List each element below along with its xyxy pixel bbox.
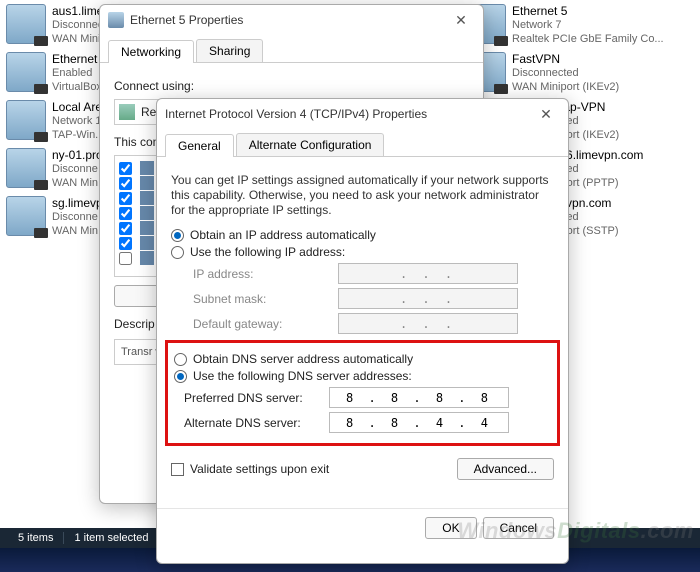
connection-item[interactable]: FastVPNDisconnectedWAN Miniport (IKEv2) <box>462 50 692 98</box>
tab-alternate[interactable]: Alternate Configuration <box>236 133 385 156</box>
connection-device: WAN Min <box>52 176 103 190</box>
ip-manual-radio[interactable]: Use the following IP address: <box>171 245 554 259</box>
item-checkbox[interactable] <box>119 222 132 235</box>
component-icon <box>140 206 154 220</box>
pref-dns-input[interactable]: 8 . 8 . 8 . 8 <box>329 387 509 408</box>
item-checkbox[interactable] <box>119 192 132 205</box>
component-icon <box>140 176 154 190</box>
dns-auto-radio[interactable]: Obtain DNS server address automatically <box>174 352 551 366</box>
ipv4-tabs: General Alternate Configuration <box>157 133 568 157</box>
connect-using-label: Connect using: <box>114 79 469 93</box>
ip-auto-radio[interactable]: Obtain an IP address automatically <box>171 228 554 242</box>
item-checkbox[interactable] <box>119 177 132 190</box>
adapter-name: Re <box>141 105 156 119</box>
connection-name: Ethernet 5 <box>512 4 664 18</box>
connection-status: Disconne <box>52 162 103 176</box>
dns-auto-label: Obtain DNS server address automatically <box>193 352 413 366</box>
subnet-input: . . . <box>338 288 518 309</box>
dns-manual-label: Use the following DNS server addresses: <box>193 369 412 383</box>
gateway-label: Default gateway: <box>193 317 338 331</box>
item-checkbox[interactable] <box>119 162 132 175</box>
dns-highlight: Obtain DNS server address automatically … <box>165 340 560 446</box>
radio-icon <box>171 246 184 259</box>
connection-status: Disconnected <box>512 66 619 80</box>
watermark: WindowsDigitals.com <box>457 518 694 544</box>
validate-checkbox-row[interactable]: Validate settings upon exit <box>171 462 329 476</box>
connection-icon <box>6 196 46 236</box>
status-selected-count: 1 item selected <box>64 532 159 544</box>
radio-icon <box>171 229 184 242</box>
network-icon <box>108 12 124 28</box>
connection-status: Network 7 <box>512 18 664 32</box>
item-checkbox[interactable] <box>119 207 132 220</box>
pref-dns-label: Preferred DNS server: <box>184 391 329 405</box>
alt-dns-input[interactable]: 8 . 8 . 4 . 4 <box>329 412 509 433</box>
dialog-title: Internet Protocol Version 4 (TCP/IPv4) P… <box>165 107 427 121</box>
connection-name: sg.limevp <box>52 196 103 210</box>
tab-general[interactable]: General <box>165 134 234 157</box>
connection-name: ny-01.pro <box>52 148 103 162</box>
eth5-tabs: Networking Sharing <box>100 39 483 63</box>
info-text: You can get IP settings assigned automat… <box>171 173 554 218</box>
connection-icon <box>6 52 46 92</box>
gateway-input: . . . <box>338 313 518 334</box>
status-items-count: 5 items <box>8 532 64 544</box>
connection-item[interactable]: Ethernet 5Network 7Realtek PCIe GbE Fami… <box>462 2 692 50</box>
radio-icon <box>174 370 187 383</box>
tab-sharing[interactable]: Sharing <box>196 39 263 62</box>
component-icon <box>140 161 154 175</box>
eth5-titlebar[interactable]: Ethernet 5 Properties ✕ <box>100 5 483 35</box>
advanced-button[interactable]: Advanced... <box>457 458 554 480</box>
ip-address-input: . . . <box>338 263 518 284</box>
connection-device: WAN Miniport (IKEv2) <box>512 80 619 94</box>
connection-device: WAN Min <box>52 224 103 238</box>
component-icon <box>140 191 154 205</box>
tab-networking[interactable]: Networking <box>108 40 194 63</box>
alt-dns-label: Alternate DNS server: <box>184 416 329 430</box>
checkbox-icon <box>171 463 184 476</box>
close-icon[interactable]: ✕ <box>532 104 560 124</box>
radio-icon <box>174 353 187 366</box>
ip-address-label: IP address: <box>193 267 338 281</box>
ipv4-properties-dialog: Internet Protocol Version 4 (TCP/IPv4) P… <box>156 98 569 564</box>
adapter-icon <box>119 104 135 120</box>
connection-icon <box>6 100 46 140</box>
connection-icon <box>6 4 46 44</box>
connection-device: Realtek PCIe GbE Family Co... <box>512 32 664 46</box>
connection-name: FastVPN <box>512 52 619 66</box>
connection-status: Disconne <box>52 210 103 224</box>
validate-label: Validate settings upon exit <box>190 462 329 476</box>
dns-manual-radio[interactable]: Use the following DNS server addresses: <box>174 369 551 383</box>
item-checkbox[interactable] <box>119 252 132 265</box>
ip-auto-label: Obtain an IP address automatically <box>190 228 376 242</box>
component-icon <box>140 251 154 265</box>
ip-manual-label: Use the following IP address: <box>190 245 345 259</box>
component-icon <box>140 236 154 250</box>
close-icon[interactable]: ✕ <box>447 10 475 30</box>
connection-icon <box>6 148 46 188</box>
item-checkbox[interactable] <box>119 237 132 250</box>
subnet-label: Subnet mask: <box>193 292 338 306</box>
dialog-title: Ethernet 5 Properties <box>130 13 243 27</box>
component-icon <box>140 221 154 235</box>
ipv4-titlebar[interactable]: Internet Protocol Version 4 (TCP/IPv4) P… <box>157 99 568 129</box>
